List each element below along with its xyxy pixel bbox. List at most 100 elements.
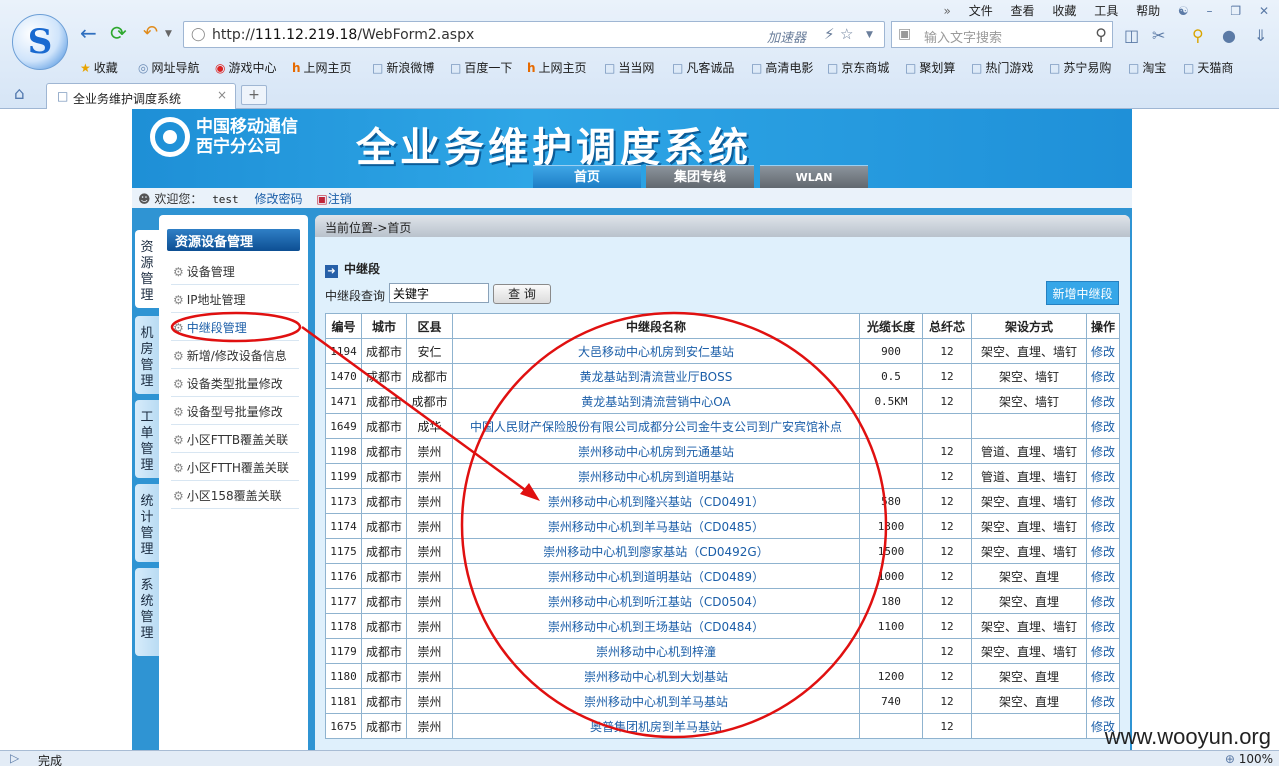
table-row: 1173 成都市 崇州 崇州移动中心机到隆兴基站（CD0491） 580 12 架空、直埋、… — [325, 488, 1120, 514]
fav-item[interactable]: ★ 收藏 — [80, 59, 118, 76]
close-icon[interactable]: ✕ — [1259, 4, 1269, 18]
search-engine-icon[interactable]: ▣ — [898, 26, 911, 42]
menu-view[interactable]: 查看 — [1011, 4, 1035, 18]
search-input[interactable]: 输入文字搜索 — [924, 27, 1002, 46]
accelerator-label[interactable]: 加速器 — [767, 27, 806, 46]
menu-file[interactable]: 文件 — [969, 4, 993, 18]
download-icon[interactable]: ◫ — [1124, 26, 1139, 45]
search-box[interactable]: ▣ 输入文字搜索 ⚲ — [891, 21, 1113, 48]
cell-city: 成都市 — [361, 563, 407, 589]
menu-batch-edit-type[interactable]: ⚙ 设备类型批量修改 — [173, 375, 283, 392]
refresh-icon[interactable]: ⟳ — [110, 22, 127, 44]
cell-city: 成都市 — [361, 388, 407, 414]
lightning-icon[interactable]: ⚡ — [824, 25, 835, 43]
fav-item[interactable]: □ 京东商城 — [827, 59, 889, 76]
cell-action[interactable]: 修改 — [1086, 613, 1120, 639]
undo-icon[interactable]: ↶ — [143, 22, 158, 44]
relay-segment-table: 编号 城市 区县 中继段名称 光缆长度 总纤芯 架设方式 操作 1194 成都市安… — [325, 313, 1120, 739]
tab-active[interactable]: □ 全业务维护调度系统 × — [46, 83, 236, 109]
cell-action[interactable]: 修改 — [1086, 338, 1120, 364]
fav-item[interactable]: □ 新浪微博 — [372, 59, 434, 76]
menu-ftth-coverage[interactable]: ⚙ 小区FTTH覆盖关联 — [173, 459, 289, 476]
menu-relay-segment-management[interactable]: ⚙ 中继段管理 — [173, 319, 247, 336]
cell-action[interactable]: 修改 — [1086, 563, 1120, 589]
cell-action[interactable]: 修改 — [1086, 438, 1120, 464]
query-button[interactable]: 查 询 — [493, 284, 551, 304]
chat-icon[interactable]: ● — [1222, 26, 1236, 45]
fav-item[interactable]: □ 天猫商 — [1183, 59, 1233, 76]
cell-action[interactable]: 修改 — [1086, 588, 1120, 614]
tab-system-management[interactable]: 系统管理 — [135, 568, 159, 656]
more-icon[interactable]: » — [944, 4, 951, 18]
sidebar-toggle-icon[interactable]: ▷ — [10, 751, 19, 765]
fav-item[interactable]: □ 苏宁易购 — [1049, 59, 1111, 76]
query-input[interactable] — [389, 283, 489, 303]
fav-item[interactable]: □ 热门游戏 — [971, 59, 1033, 76]
cell-action[interactable]: 修改 — [1086, 688, 1120, 714]
cell-id: 1178 — [325, 613, 362, 639]
fav-item[interactable]: □ 淘宝 — [1128, 59, 1166, 76]
shirt-icon[interactable]: ☯ — [1178, 4, 1189, 18]
minimize-icon[interactable]: – — [1207, 4, 1213, 18]
fav-item[interactable]: □ 高清电影 — [751, 59, 813, 76]
key-icon[interactable]: ⚲ — [1192, 26, 1204, 45]
chevron-down-icon[interactable]: ▼ — [866, 30, 873, 40]
menu-add-edit-device[interactable]: ⚙ 新增/修改设备信息 — [173, 347, 287, 364]
menu-favorites[interactable]: 收藏 — [1052, 4, 1076, 18]
fav-item[interactable]: □ 凡客诚品 — [672, 59, 734, 76]
fav-item[interactable]: ◎ 网址导航 — [138, 59, 200, 76]
cell-method: 管道、直埋、墙钉 — [971, 463, 1087, 489]
cell-action[interactable]: 修改 — [1086, 488, 1120, 514]
cell-action[interactable]: 修改 — [1086, 388, 1120, 414]
cell-city: 成都市 — [361, 363, 407, 389]
fav-item[interactable]: □ 百度一下 — [450, 59, 512, 76]
search-icon[interactable]: ⚲ — [1095, 25, 1107, 44]
nav-group-line[interactable]: 集团专线 — [646, 165, 754, 188]
scissors-icon[interactable]: ✂ — [1152, 26, 1165, 45]
back-icon[interactable]: ← — [80, 22, 97, 44]
cell-action[interactable]: 修改 — [1086, 638, 1120, 664]
fav-item[interactable]: □ 聚划算 — [905, 59, 955, 76]
restore-icon[interactable]: ❐ — [1230, 4, 1241, 18]
home-icon[interactable]: ⌂ — [14, 84, 25, 104]
fav-item[interactable]: □ 当当网 — [604, 59, 654, 76]
change-password-link[interactable]: 修改密码 — [255, 192, 303, 206]
menu-tools[interactable]: 工具 — [1094, 4, 1118, 18]
address-url[interactable]: http://111.12.219.18/WebForm2.aspx — [212, 27, 474, 43]
menu-fttb-coverage[interactable]: ⚙ 小区FTTB覆盖关联 — [173, 431, 288, 448]
add-relay-segment-button[interactable]: 新增中继段 — [1046, 281, 1119, 305]
cell-id: 1471 — [325, 388, 362, 414]
tab-close-icon[interactable]: × — [217, 88, 227, 102]
zoom-level[interactable]: ⊕ 100% — [1225, 752, 1273, 766]
logout-link[interactable]: 注销 — [328, 192, 352, 206]
cell-id: 1675 — [325, 713, 362, 739]
menu-batch-edit-model[interactable]: ⚙ 设备型号批量修改 — [173, 403, 283, 420]
undo-dropdown-icon[interactable]: ▼ — [165, 29, 172, 39]
cell-action[interactable]: 修改 — [1086, 413, 1120, 439]
tab-resource-management[interactable]: 资源管理 — [135, 230, 159, 308]
arrow-down-circle-icon[interactable]: ⇓ — [1254, 26, 1267, 45]
tab-statistics-management[interactable]: 统计管理 — [135, 484, 159, 562]
tab-room-management[interactable]: 机房管理 — [135, 316, 159, 394]
menu-device-management[interactable]: ⚙ 设备管理 — [173, 263, 235, 280]
cell-action[interactable]: 修改 — [1086, 538, 1120, 564]
star-icon[interactable]: ☆ — [840, 25, 853, 43]
nav-wlan[interactable]: WLAN — [760, 165, 868, 188]
side-menu: 资源设备管理 ⚙ 设备管理 ⚙ IP地址管理 ⚙ 中继段管理 ⚙ 新增/修改设备信息 ⚙… — [159, 215, 308, 750]
tab-workorder-management[interactable]: 工单管理 — [135, 400, 159, 478]
new-tab-button[interactable]: + — [241, 85, 267, 105]
address-bar[interactable]: ◯ http://111.12.219.18/WebForm2.aspx 加速器… — [183, 21, 885, 48]
cell-action[interactable]: 修改 — [1086, 463, 1120, 489]
fav-item[interactable]: h 上网主页 — [527, 59, 587, 76]
cell-action[interactable]: 修改 — [1086, 513, 1120, 539]
menu-158-coverage[interactable]: ⚙ 小区158覆盖关联 — [173, 487, 282, 504]
col-length: 光缆长度 — [859, 313, 923, 339]
menu-ip-management[interactable]: ⚙ IP地址管理 — [173, 291, 246, 308]
cell-action[interactable]: 修改 — [1086, 663, 1120, 689]
nav-home[interactable]: 首页 — [533, 165, 641, 188]
cell-action[interactable]: 修改 — [1086, 363, 1120, 389]
fav-item[interactable]: ◉ 游戏中心 — [215, 59, 277, 76]
logout-icon[interactable]: ▣ — [316, 192, 327, 206]
fav-item[interactable]: h 上网主页 — [292, 59, 352, 76]
menu-help[interactable]: 帮助 — [1136, 4, 1160, 18]
